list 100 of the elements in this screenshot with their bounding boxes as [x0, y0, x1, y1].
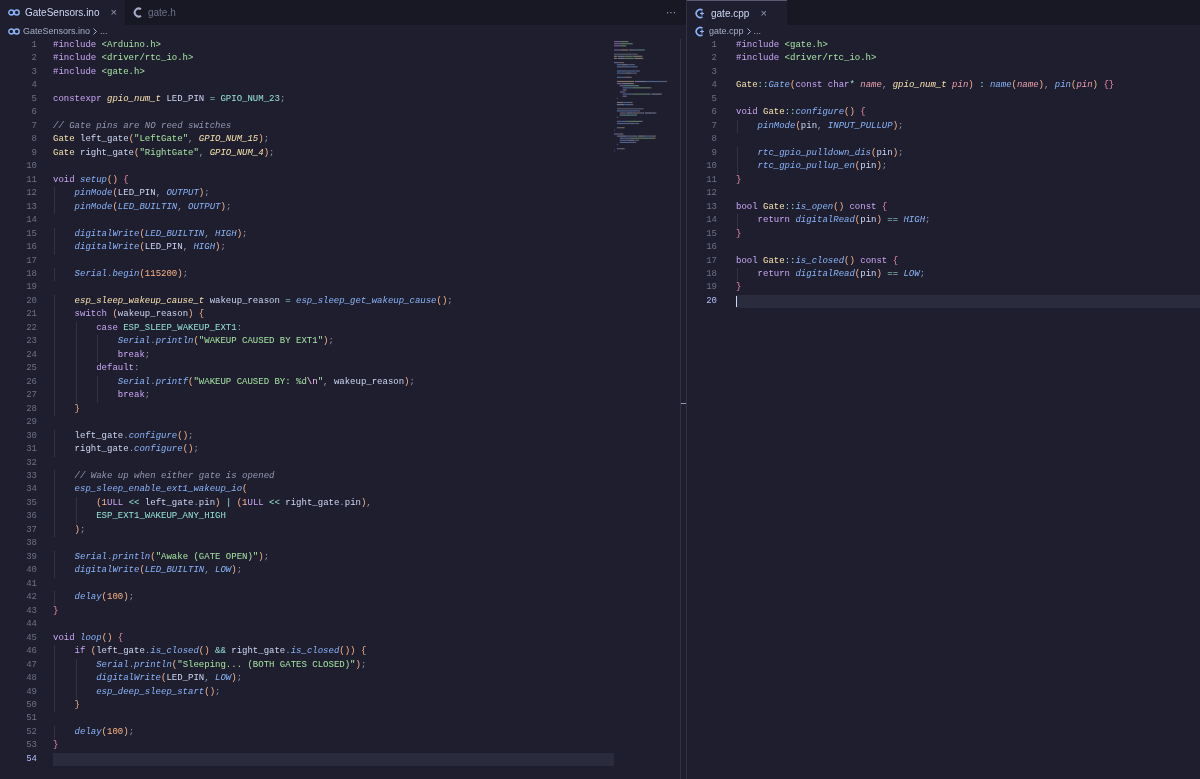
line-number: 27	[25, 389, 37, 403]
line-number: 1	[30, 39, 37, 52]
line-number: 38	[25, 537, 37, 551]
line-number: 4	[30, 79, 37, 93]
code-line: break;	[116, 390, 151, 401]
line-number: 17	[705, 254, 717, 268]
cpp-file-icon	[695, 7, 706, 19]
line-number: 3	[30, 65, 37, 79]
line-number: 4	[710, 79, 717, 93]
line-number: 10	[705, 160, 717, 174]
code-line: void loop() {	[53, 632, 124, 643]
code-line: ESP_EXT1_WAKEUP_ANY_HIGH	[95, 511, 226, 522]
code-line: (1ULL << left_gate.pin) | (1ULL << right_gate.pin),	[95, 497, 372, 508]
code-line: delay(100);	[73, 592, 135, 603]
code-line: #include <gate.h>	[736, 40, 828, 50]
code-line: }	[53, 605, 59, 616]
breadcrumb-item[interactable]: GateSensors.ino	[23, 24, 91, 39]
line-number: 19	[705, 281, 717, 295]
infinity-icon	[8, 9, 20, 16]
code-line: esp_deep_sleep_start();	[95, 686, 221, 697]
code-line: right_gate.configure();	[73, 444, 199, 455]
line-number: 7	[710, 119, 717, 133]
breadcrumb-item[interactable]: ...	[753, 24, 762, 39]
line-number: 13	[25, 200, 37, 214]
line-number: 12	[705, 187, 717, 201]
code-line: // Gate pins are NO reed switches	[53, 120, 232, 131]
line-number: 2	[30, 52, 37, 66]
line-number: 26	[25, 375, 37, 389]
line-number: 43	[25, 604, 37, 618]
line-number: 20	[25, 294, 37, 308]
line-number: 13	[705, 200, 717, 214]
code-line: rtc_gpio_pulldown_dis(pin);	[756, 147, 904, 158]
editor-tab[interactable]: gate.cpp ×	[687, 0, 787, 25]
line-number: 9	[30, 146, 37, 160]
code-line: delay(100);	[73, 726, 135, 737]
line-number: 54	[25, 752, 37, 766]
code-line: Serial.println("Sleeping... (BOTH GATES CLOSED)");	[95, 659, 367, 670]
line-number: 34	[25, 483, 37, 497]
code-line: default:	[95, 363, 140, 374]
line-number: 6	[710, 106, 717, 120]
more-actions-button[interactable]: ···	[666, 5, 676, 20]
line-number: 19	[25, 281, 37, 295]
code-line: #include <driver/rtc_io.h>	[53, 53, 194, 64]
code-line: return digitalRead(pin) == LOW;	[756, 268, 926, 279]
close-button[interactable]: ×	[110, 4, 117, 21]
line-number: 51	[25, 712, 37, 726]
line-number: 12	[25, 187, 37, 201]
infinity-icon	[8, 28, 20, 35]
code-line: digitalWrite(LED_PIN, LOW);	[95, 673, 243, 684]
c-file-icon	[132, 7, 143, 18]
line-number: 42	[25, 591, 37, 605]
line-number: 20	[705, 294, 717, 308]
code-line: esp_sleep_enable_ext1_wakeup_io(	[73, 484, 248, 495]
editor-tab[interactable]: GateSensors.ino ×	[0, 0, 125, 25]
line-number: 18	[705, 267, 717, 281]
line-number: 8	[710, 133, 717, 147]
line-number: 45	[25, 631, 37, 645]
code-line: Serial.printf("WAKEUP CAUSED BY: %d\n", wakeup_reason);	[116, 376, 415, 387]
breadcrumb-item[interactable]: gate.cpp	[709, 24, 744, 39]
line-number: 15	[25, 227, 37, 241]
breadcrumb-item[interactable]: ...	[100, 24, 108, 39]
code-line: rtc_gpio_pullup_en(pin);	[756, 161, 888, 172]
line-number: 7	[30, 119, 37, 133]
editor-tab[interactable]: gate.h	[124, 0, 203, 25]
code-line: #include <Arduino.h>	[53, 40, 162, 50]
line-number: 50	[25, 698, 37, 712]
line-number: 14	[705, 214, 717, 228]
line-number: 10	[25, 160, 37, 174]
line-number: 15	[705, 227, 717, 241]
line-number: 29	[25, 416, 37, 430]
line-number: 17	[25, 254, 37, 268]
line-number: 48	[25, 672, 37, 686]
line-number: 5	[710, 92, 717, 106]
code-line: );	[73, 524, 86, 535]
code-line: Gate::Gate(const char* name, gpio_num_t pin) : name(name), pin(pin) {}	[736, 80, 1115, 91]
line-number: 14	[25, 214, 37, 228]
chevron-icon	[93, 28, 98, 35]
code-line: #include <driver/rtc_io.h>	[736, 53, 877, 64]
code-line: break;	[116, 349, 151, 360]
line-number: 49	[25, 685, 37, 699]
code-line: }	[53, 740, 59, 751]
line-number: 53	[25, 739, 37, 753]
code-line: void setup() {	[53, 174, 129, 185]
minimap-drawing[interactable]	[614, 41, 668, 152]
line-number: 8	[30, 133, 37, 147]
line-number: 16	[25, 241, 37, 255]
tab-label: gate.h	[147, 6, 176, 20]
code-line: Gate left_gate("LeftGate", GPIO_NUM_15);	[53, 134, 270, 145]
line-number: 52	[25, 725, 37, 739]
line-number: 35	[25, 496, 37, 510]
code-line: }	[736, 174, 742, 185]
code-line: #include <gate.h>	[53, 66, 145, 77]
code-line: pinMode(pin, INPUT_PULLUP);	[756, 120, 904, 131]
code-line: return digitalRead(pin) == HIGH;	[756, 215, 931, 226]
line-number: 33	[25, 470, 37, 483]
line-number: 6	[30, 106, 37, 120]
line-number: 18	[25, 267, 37, 281]
close-button[interactable]: ×	[760, 4, 767, 22]
line-number: 39	[25, 550, 37, 564]
line-number: 21	[25, 308, 37, 322]
